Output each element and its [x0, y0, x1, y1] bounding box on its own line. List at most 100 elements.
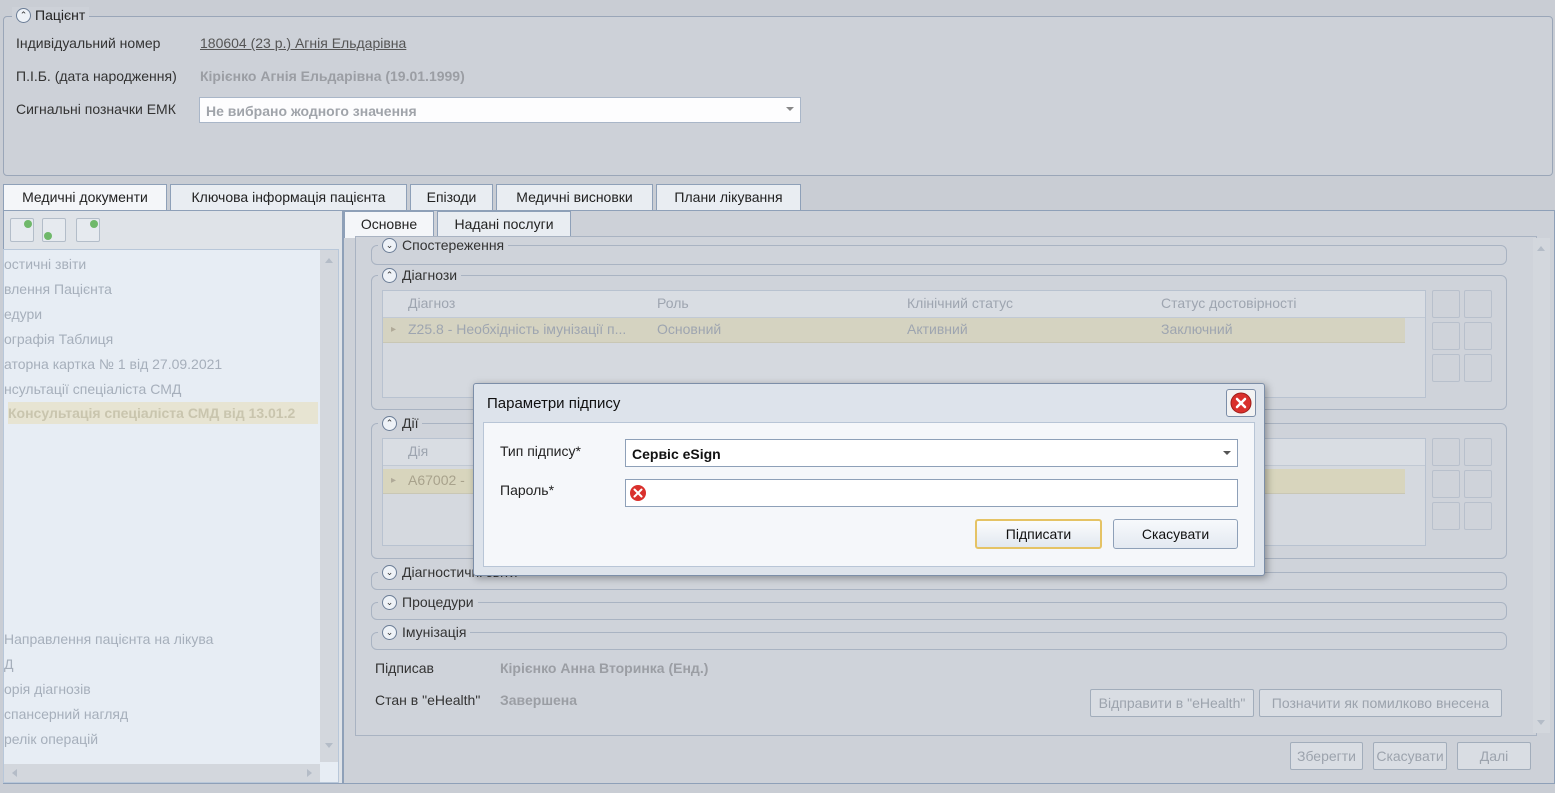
expand-icon[interactable]: ⌄: [382, 624, 397, 640]
diagnoses-grid[interactable]: Діагноз Роль Клінічний статус Статус дос…: [382, 290, 1426, 398]
dialog-cancel-button[interactable]: Скасувати: [1113, 519, 1238, 549]
tab-services[interactable]: Надані послуги: [437, 211, 571, 237]
tree-item[interactable]: ографія Таблиця: [4, 331, 113, 347]
next-button[interactable]: Далі: [1457, 742, 1531, 770]
scroll-down-icon[interactable]: [325, 743, 333, 748]
link-icon[interactable]: [1464, 322, 1492, 350]
procedures-legend[interactable]: ⌄ Процедури: [378, 594, 478, 610]
sign-button[interactable]: Підписати: [975, 519, 1102, 549]
cancel-button[interactable]: Скасувати: [1373, 742, 1447, 770]
col-verification-status[interactable]: Статус достовірності: [1161, 295, 1297, 311]
tab-medical-docs[interactable]: Медичні документи: [3, 184, 167, 212]
tree-item[interactable]: нсультації спеціаліста СМД: [4, 381, 181, 397]
scroll-down-icon[interactable]: [1537, 720, 1545, 725]
dialog-title: Параметри підпису: [487, 395, 621, 412]
ehealth-status: Завершена: [500, 692, 578, 708]
copy-document-icon[interactable]: [42, 218, 66, 242]
diagnoses-title: Діагнози: [402, 267, 458, 283]
tools-icon[interactable]: [1464, 290, 1492, 318]
col-action[interactable]: Дія: [408, 443, 428, 459]
scroll-up-icon[interactable]: [1537, 246, 1545, 251]
tab-episodes[interactable]: Епізоди: [410, 184, 493, 210]
document-tree[interactable]: остичні звіти влення Пацієнта едури огра…: [3, 249, 339, 783]
link-icon[interactable]: [1464, 470, 1492, 498]
tree-item[interactable]: спансерний нагляд: [4, 706, 128, 722]
tree-item[interactable]: Направлення пацієнта на лікува: [4, 631, 213, 647]
observations-legend[interactable]: ⌄ Спостереження: [378, 237, 509, 253]
tree-item[interactable]: релік операцій: [4, 731, 98, 747]
signed-label: Підписав: [375, 660, 434, 676]
patient-legend[interactable]: ⌃ Пацієнт: [12, 7, 90, 23]
signature-type-label: Тип підпису*: [500, 443, 581, 459]
flag-icon[interactable]: [1464, 354, 1492, 382]
flags-combo[interactable]: Не вибрано жодного значення: [199, 97, 801, 123]
collapse-icon[interactable]: ⌃: [382, 415, 397, 431]
signature-type-select[interactable]: Сервіс eSign: [625, 439, 1238, 467]
collapse-icon[interactable]: ⌃: [382, 267, 397, 283]
add-icon[interactable]: [1432, 438, 1460, 466]
scroll-right-icon[interactable]: [307, 769, 312, 777]
collapse-icon[interactable]: ⌃: [16, 7, 31, 23]
tools-icon[interactable]: [1464, 438, 1492, 466]
tab-key-info[interactable]: Ключова інформація пацієнта: [170, 184, 407, 210]
signed-value: Кірієнко Анна Вторинка (Енд.): [500, 660, 709, 676]
error-icon: [630, 485, 646, 501]
diagnoses-grid-header: Діагноз Роль Клінічний статус Статус дос…: [383, 291, 1425, 318]
flag-icon[interactable]: [1464, 502, 1492, 530]
tab-treatment-plans[interactable]: Плани лікування: [656, 184, 801, 210]
password-input[interactable]: [625, 479, 1238, 507]
signature-type-value: Сервіс eSign: [632, 446, 721, 462]
close-button[interactable]: [1226, 389, 1256, 417]
immunization-legend[interactable]: ⌄ Імунізація: [378, 624, 471, 640]
expand-icon[interactable]: ⌄: [382, 237, 397, 253]
password-label: Пароль*: [500, 482, 555, 498]
tab-main[interactable]: Основне: [344, 211, 434, 238]
row-expander-icon[interactable]: ▸: [391, 324, 396, 335]
actions-legend[interactable]: ⌃ Дії: [378, 415, 423, 431]
delete-icon[interactable]: [1432, 502, 1460, 530]
col-role[interactable]: Роль: [657, 295, 689, 311]
tree-hscroll[interactable]: [4, 764, 320, 782]
table-row[interactable]: ▸ Z25.8 - Необхідність імунізації п... О…: [383, 318, 1405, 343]
delete-icon[interactable]: [1432, 354, 1460, 382]
tree-item[interactable]: едури: [4, 306, 42, 322]
mark-error-button[interactable]: Позначити як помилково внесена: [1259, 689, 1502, 717]
immunization-title: Імунізація: [402, 624, 467, 640]
procedures-section: ⌄ Процедури: [371, 594, 1507, 620]
id-label: Індивідуальний номер: [16, 35, 161, 51]
add-document-icon[interactable]: [10, 218, 34, 242]
details-vscroll[interactable]: [1533, 238, 1550, 733]
save-button[interactable]: Зберегти: [1290, 742, 1363, 770]
expand-icon[interactable]: ⌄: [382, 564, 397, 580]
cell-action: А67002 -: [408, 472, 465, 488]
tree-item[interactable]: влення Пацієнта: [4, 281, 112, 297]
scroll-up-icon[interactable]: [325, 258, 333, 263]
tree-vscroll[interactable]: [320, 250, 338, 762]
tree-item-selected[interactable]: Консультація спеціаліста СМД від 13.01.2: [8, 402, 318, 424]
procedures-title: Процедури: [402, 594, 474, 610]
tree-item[interactable]: остичні звіти: [4, 256, 86, 272]
ehealth-label: Стан в "eHealth": [375, 692, 481, 708]
add-attachment-icon[interactable]: [76, 218, 100, 242]
tree-item[interactable]: аторна картка № 1 від 27.09.2021: [4, 356, 222, 372]
expand-icon[interactable]: ⌄: [382, 594, 397, 610]
cell-role: Основний: [657, 321, 722, 337]
tree-item[interactable]: орія діагнозів: [4, 681, 91, 697]
close-icon: [1230, 392, 1252, 414]
observations-title: Спостереження: [402, 237, 505, 253]
send-ehealth-button[interactable]: Відправити в "eHealth": [1090, 689, 1254, 717]
patient-id-link[interactable]: 180604 (23 р.) Агнія Ельдарівна: [200, 35, 406, 51]
tab-conclusions[interactable]: Медичні висновки: [496, 184, 653, 210]
col-diagnosis[interactable]: Діагноз: [408, 295, 455, 311]
col-clinical-status[interactable]: Клінічний статус: [907, 295, 1013, 311]
edit-icon[interactable]: [1432, 322, 1460, 350]
add-icon[interactable]: [1432, 290, 1460, 318]
name-label: П.І.Б. (дата народження): [16, 68, 177, 84]
cell-verification-status: Заключний: [1161, 321, 1233, 337]
row-expander-icon[interactable]: ▸: [391, 475, 396, 486]
tree-item[interactable]: Д: [4, 656, 13, 672]
diagnoses-legend[interactable]: ⌃ Діагнози: [378, 267, 462, 283]
edit-icon[interactable]: [1432, 470, 1460, 498]
scroll-left-icon[interactable]: [12, 769, 17, 777]
immunization-section: ⌄ Імунізація: [371, 624, 1507, 650]
